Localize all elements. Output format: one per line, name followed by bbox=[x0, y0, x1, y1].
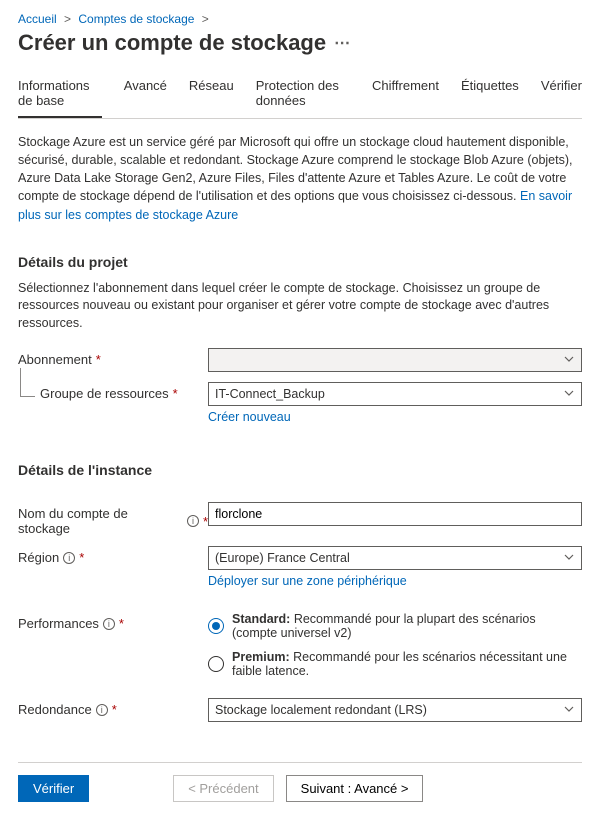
perf-premium-radio[interactable] bbox=[208, 656, 224, 672]
info-icon[interactable]: i bbox=[63, 552, 75, 564]
breadcrumb: Accueil > Comptes de stockage > bbox=[18, 12, 582, 26]
performance-label: Performances i * bbox=[18, 612, 208, 631]
more-icon[interactable]: ⋯ bbox=[334, 33, 350, 53]
breadcrumb-home[interactable]: Accueil bbox=[18, 12, 57, 26]
chevron-right-icon: > bbox=[202, 12, 209, 26]
wizard-footer: Vérifier < Précédent Suivant : Avancé > bbox=[18, 762, 582, 814]
tab-tags[interactable]: Étiquettes bbox=[461, 78, 519, 118]
intro-text: Stockage Azure est un service géré par M… bbox=[18, 133, 582, 224]
account-name-label: Nom du compte de stockage i * bbox=[18, 502, 208, 536]
chevron-down-icon bbox=[563, 551, 575, 566]
page-title: Créer un compte de stockage ⋯ bbox=[18, 30, 582, 56]
redundancy-select[interactable]: Stockage localement redondant (LRS) bbox=[208, 698, 582, 722]
tab-encryption[interactable]: Chiffrement bbox=[372, 78, 439, 118]
info-icon[interactable]: i bbox=[96, 704, 108, 716]
resource-group-label: Groupe de ressources* bbox=[40, 382, 208, 401]
project-desc: Sélectionnez l'abonnement dans lequel cr… bbox=[18, 280, 582, 333]
resource-group-select[interactable]: IT-Connect_Backup bbox=[208, 382, 582, 406]
chevron-right-icon: > bbox=[64, 12, 71, 26]
deploy-edge-link[interactable]: Déployer sur une zone périphérique bbox=[208, 574, 407, 588]
info-icon[interactable]: i bbox=[187, 515, 199, 527]
breadcrumb-accounts[interactable]: Comptes de stockage bbox=[78, 12, 194, 26]
next-button[interactable]: Suivant : Avancé > bbox=[286, 775, 424, 802]
project-heading: Détails du projet bbox=[18, 254, 582, 270]
tab-data-protection[interactable]: Protection des données bbox=[256, 78, 350, 118]
perf-premium-label: Premium: Recommandé pour les scénarios n… bbox=[232, 650, 582, 678]
previous-button: < Précédent bbox=[173, 775, 273, 802]
subscription-label: Abonnement* bbox=[18, 348, 208, 367]
chevron-down-icon bbox=[563, 353, 575, 368]
perf-standard-radio[interactable] bbox=[208, 618, 224, 634]
tab-bar: Informations de base Avancé Réseau Prote… bbox=[18, 78, 582, 119]
verify-button[interactable]: Vérifier bbox=[18, 775, 89, 802]
instance-heading: Détails de l'instance bbox=[18, 462, 582, 478]
perf-standard-label: Standard: Recommandé pour la plupart des… bbox=[232, 612, 582, 640]
create-new-rg-link[interactable]: Créer nouveau bbox=[208, 410, 291, 424]
info-icon[interactable]: i bbox=[103, 618, 115, 630]
subscription-select[interactable] bbox=[208, 348, 582, 372]
tab-basics[interactable]: Informations de base bbox=[18, 78, 102, 118]
redundancy-label: Redondance i * bbox=[18, 698, 208, 717]
region-select[interactable]: (Europe) France Central bbox=[208, 546, 582, 570]
chevron-down-icon bbox=[563, 387, 575, 402]
tab-network[interactable]: Réseau bbox=[189, 78, 234, 118]
region-label: Région i * bbox=[18, 546, 208, 565]
account-name-input[interactable] bbox=[208, 502, 582, 526]
chevron-down-icon bbox=[563, 703, 575, 718]
tab-verify[interactable]: Vérifier bbox=[541, 78, 582, 118]
tab-advanced[interactable]: Avancé bbox=[124, 78, 167, 118]
